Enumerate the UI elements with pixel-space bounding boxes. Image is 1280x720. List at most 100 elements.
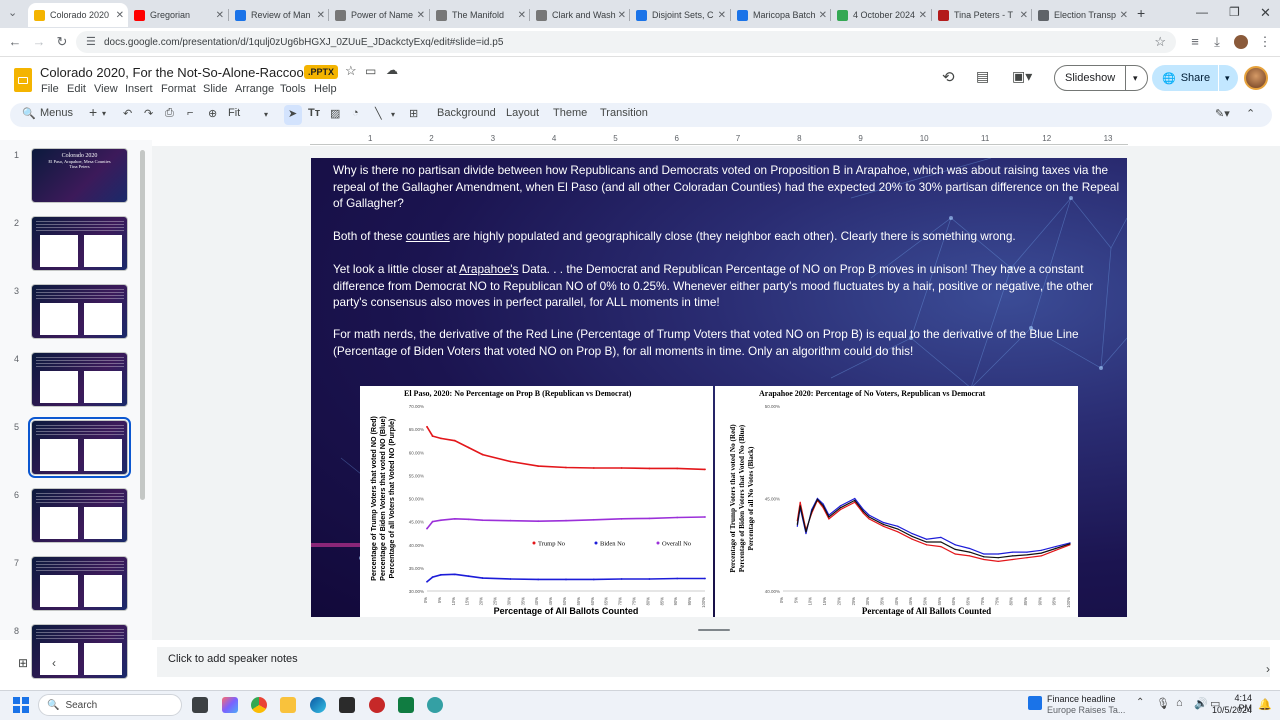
paint-format-icon[interactable]: ⌐	[187, 107, 193, 119]
theme-button[interactable]: Theme	[553, 107, 587, 119]
tab-close-icon[interactable]: ✕	[317, 10, 325, 21]
chrome-taskbar-icon[interactable]	[251, 697, 267, 713]
speaker-notes[interactable]: Click to add speaker notes	[157, 647, 1270, 677]
microphone-icon[interactable]: 🎙	[1156, 697, 1170, 710]
shape-icon[interactable]: ◔	[352, 107, 359, 119]
current-slide[interactable]: Why is there no partisan divide between …	[311, 158, 1127, 617]
notes-resize-handle[interactable]	[698, 629, 730, 631]
url-input[interactable]: ☰ docs.google.com/presentation/d/1qulj0z…	[76, 31, 1176, 53]
slide-thumbnail[interactable]: Colorado 2020 El Paso, Arapahoe, Mesa Cou…	[31, 148, 128, 203]
app-red-icon[interactable]	[369, 697, 385, 713]
excel-icon[interactable]	[398, 697, 414, 713]
clock-date[interactable]: 10/5/2024	[1206, 705, 1252, 715]
meet-icon[interactable]: ▣▾	[1012, 68, 1032, 85]
collapse-filmstrip-icon[interactable]: ‹	[52, 656, 56, 670]
slide-thumbnail[interactable]	[31, 216, 128, 271]
forward-icon[interactable]: →	[30, 34, 48, 49]
browser-tab[interactable]: Colorado 2020 ✕	[28, 3, 128, 27]
version-history-icon[interactable]: ⟲	[942, 68, 955, 86]
file-explorer-icon[interactable]	[280, 697, 296, 713]
text-box-icon[interactable]: Tт	[308, 107, 320, 119]
browser-menu-icon[interactable]: ⋮	[1256, 34, 1274, 50]
minimize-icon[interactable]: —	[1196, 5, 1208, 19]
line-dropdown-icon[interactable]: ▾	[391, 110, 395, 119]
select-cursor-icon[interactable]: ➤	[288, 107, 297, 120]
search-menus-icon[interactable]: 🔍	[22, 107, 36, 120]
print-icon[interactable]: ⎙	[165, 107, 174, 120]
slideshow-button[interactable]: Slideshow ▾	[1054, 65, 1148, 91]
news-subtitle[interactable]: Europe Raises Ta...	[1047, 705, 1125, 715]
bookmark-star-icon[interactable]: ☆	[1154, 34, 1166, 50]
edit-mode-icon[interactable]: ✎▾	[1215, 107, 1230, 120]
comments-icon[interactable]: ▤	[976, 68, 989, 85]
copilot-icon[interactable]	[222, 697, 238, 713]
menu-arrange[interactable]: Arrange	[235, 83, 274, 95]
share-dropdown-icon[interactable]: ▾	[1218, 65, 1230, 91]
share-button[interactable]: 🌐 Share ▾	[1152, 65, 1238, 91]
browser-tab[interactable]: Power of Name ✕	[329, 4, 429, 26]
app-teal-icon[interactable]	[427, 697, 443, 713]
slide-thumbnail[interactable]	[31, 352, 128, 407]
zoom-dropdown-icon[interactable]: ▾	[264, 110, 268, 119]
restore-icon[interactable]: ❐	[1229, 5, 1240, 19]
site-info-icon[interactable]: ☰	[86, 35, 96, 48]
layout-button[interactable]: Layout	[506, 107, 539, 119]
tab-close-icon[interactable]: ✕	[1020, 10, 1028, 21]
slides-logo-icon[interactable]	[14, 68, 32, 92]
browser-tab[interactable]: Maricopa Batch ✕	[731, 4, 831, 26]
browser-tab[interactable]: Disjoint Sets, C ✕	[630, 4, 730, 26]
menus-search-input[interactable]: Menus	[40, 107, 73, 119]
redo-icon[interactable]: ↷	[144, 107, 153, 120]
slideshow-dropdown-icon[interactable]: ▾	[1125, 66, 1138, 90]
comment-add-icon[interactable]: ⊞	[409, 107, 418, 120]
tab-close-icon[interactable]: ✕	[1120, 10, 1128, 21]
edge-icon[interactable]	[310, 697, 326, 713]
tab-search-chevron-icon[interactable]: ⌄	[8, 6, 17, 19]
windows-start-icon[interactable]	[13, 697, 29, 713]
news-title[interactable]: Finance headline	[1047, 694, 1116, 704]
download-icon[interactable]: ⤓	[1208, 34, 1226, 50]
tray-chevron-icon[interactable]: ⌃	[1136, 697, 1144, 708]
chart-el-paso[interactable]: El Paso, 2020: No Percentage on Prop B (…	[360, 386, 713, 617]
tab-close-icon[interactable]: ✕	[216, 10, 224, 21]
tab-close-icon[interactable]: ✕	[819, 10, 827, 21]
network-icon[interactable]: ⌂	[1176, 697, 1183, 709]
slide-thumbnail[interactable]	[31, 624, 128, 679]
new-slide-dropdown-icon[interactable]: ▾	[102, 109, 106, 118]
browser-tab[interactable]: Gregorian ✕	[128, 4, 228, 26]
doc-title[interactable]: Colorado 2020, For the Not-So-Alone-Racc…	[40, 65, 311, 80]
task-view-icon[interactable]	[192, 697, 208, 713]
browser-tab[interactable]: 4 October 2024 ✕	[831, 4, 931, 26]
menu-file[interactable]: File	[41, 83, 59, 95]
slide-thumbnail[interactable]	[31, 284, 128, 339]
slide-thumbnail[interactable]	[28, 417, 131, 478]
cloud-status-icon[interactable]: ☁	[386, 63, 398, 77]
menu-slide[interactable]: Slide	[203, 83, 227, 95]
move-folder-icon[interactable]: ▭	[365, 64, 376, 78]
tab-close-icon[interactable]: ✕	[618, 10, 626, 21]
tab-close-icon[interactable]: ✕	[518, 10, 526, 21]
taskbar-search-box[interactable]: 🔍 Search	[38, 694, 182, 716]
user-avatar[interactable]	[1244, 66, 1268, 90]
back-icon[interactable]: ←	[6, 34, 24, 49]
reload-icon[interactable]: ↻	[53, 34, 71, 50]
filmstrip-scrollbar[interactable]	[140, 150, 145, 500]
notification-bell-icon[interactable]: 🔔	[1258, 698, 1272, 711]
menu-insert[interactable]: Insert	[125, 83, 153, 95]
tab-close-icon[interactable]: ✕	[417, 10, 425, 21]
transition-button[interactable]: Transition	[600, 107, 648, 119]
slide-thumbnail[interactable]	[31, 488, 128, 543]
line-icon[interactable]: ╲	[375, 107, 382, 120]
collapse-toolbar-icon[interactable]: ⌃	[1246, 107, 1255, 120]
image-icon[interactable]: ▨	[330, 107, 340, 120]
menu-format[interactable]: Format	[161, 83, 196, 95]
tab-close-icon[interactable]: ✕	[116, 10, 124, 21]
chart-arapahoe[interactable]: Arapahoe 2020: Percentage of No Voters, …	[715, 386, 1078, 617]
side-panel-toggle-icon[interactable]: ›	[1266, 662, 1270, 676]
profile-avatar[interactable]	[1234, 35, 1248, 49]
tab-close-icon[interactable]: ✕	[718, 10, 726, 21]
star-icon[interactable]: ☆	[345, 63, 357, 79]
menu-edit[interactable]: Edit	[67, 83, 86, 95]
browser-tab[interactable]: Election Transp ✕	[1032, 4, 1132, 26]
grid-view-icon[interactable]: ⊞	[18, 656, 28, 670]
